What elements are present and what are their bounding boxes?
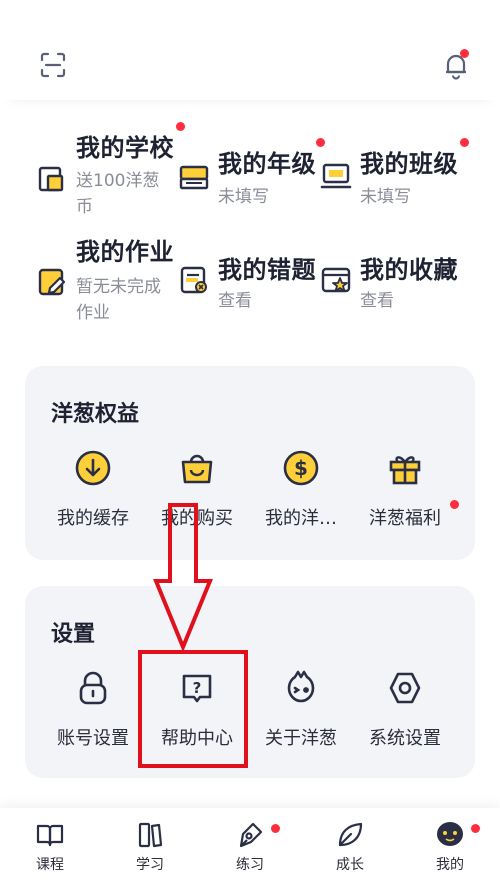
benefit-welfare[interactable]: 洋葱福利 — [349, 448, 461, 530]
grid-sub: 暂无未完成作业 — [76, 277, 161, 323]
tab-label: 练习 — [236, 857, 264, 873]
gift-icon — [385, 448, 425, 488]
avatar-icon — [437, 822, 463, 846]
school-icon — [36, 162, 68, 194]
tab-study[interactable]: 学习 — [100, 820, 200, 874]
grid-title: 我的作业 — [76, 238, 174, 266]
setting-label: 关于洋葱 — [265, 728, 337, 749]
benefit-label: 我的缓存 — [57, 508, 129, 529]
grid-sub: 未填写 — [218, 187, 269, 207]
grid-title: 我的学校 — [76, 134, 174, 162]
grid-dot — [460, 138, 469, 147]
annotation-highlight-box — [138, 650, 248, 768]
mistakes-icon — [178, 264, 210, 296]
grid-title: 我的年级 — [218, 150, 316, 178]
grid-title: 我的班级 — [360, 150, 458, 178]
practice-icon — [239, 822, 263, 848]
benefit-coins[interactable]: $ 我的洋… — [245, 448, 357, 530]
class-icon — [320, 160, 352, 192]
grid-sub: 查看 — [218, 291, 252, 311]
leaf-icon — [338, 822, 363, 847]
benefit-label: 洋葱福利 — [369, 508, 441, 529]
download-icon — [73, 448, 113, 488]
tab-mine[interactable]: 我的 — [400, 820, 500, 874]
benefits-card: 洋葱权益 我的缓存 我的购买 $ 我的洋… 洋葱福利 — [25, 366, 475, 560]
tab-label: 成长 — [336, 857, 364, 873]
settings-card: 设置 账号设置 ? 帮助中心 关于洋葱 系统设置 — [25, 586, 475, 778]
onion-face-icon — [281, 668, 321, 708]
mine-dot — [471, 824, 480, 833]
book-icon — [36, 824, 64, 847]
tab-growth[interactable]: 成长 — [300, 820, 400, 874]
benefits-title: 洋葱权益 — [51, 402, 140, 427]
benefit-cache[interactable]: 我的缓存 — [37, 448, 149, 530]
svg-text:$: $ — [294, 456, 308, 480]
grid-item-school[interactable]: 我的学校 送100洋葱币 — [26, 122, 185, 222]
settings-title: 设置 — [51, 622, 96, 647]
coin-icon: $ — [281, 448, 321, 488]
grid-sub: 送100洋葱币 — [76, 171, 160, 217]
grid-item-class[interactable]: 我的班级 未填写 — [310, 122, 469, 222]
tab-practice[interactable]: 练习 — [200, 820, 300, 874]
grid-sub: 查看 — [360, 291, 394, 311]
grid-item-favorites[interactable]: 我的收藏 查看 — [310, 230, 458, 330]
notification-dot — [460, 49, 469, 58]
bell-icon[interactable] — [436, 45, 476, 85]
grade-icon — [178, 160, 210, 192]
benefit-label: 我的洋… — [265, 508, 337, 529]
favorites-icon — [320, 264, 352, 296]
homework-icon — [36, 266, 68, 298]
top-bar — [0, 0, 500, 100]
setting-account[interactable]: 账号设置 — [37, 668, 149, 750]
tab-label: 我的 — [436, 857, 464, 873]
scan-icon[interactable] — [33, 45, 73, 85]
study-icon — [138, 822, 163, 848]
setting-label: 系统设置 — [369, 728, 441, 749]
setting-system[interactable]: 系统设置 — [349, 668, 461, 750]
setting-about[interactable]: 关于洋葱 — [245, 668, 357, 750]
grid-title: 我的收藏 — [360, 256, 458, 284]
grid-sub: 未填写 — [360, 187, 411, 207]
tab-course[interactable]: 课程 — [0, 820, 100, 874]
grid-item-homework[interactable]: 我的作业 暂无未完成作业 — [26, 230, 174, 330]
welfare-dot — [450, 500, 459, 509]
grid-item-mistakes[interactable]: 我的错题 查看 — [168, 230, 316, 330]
grid-title: 我的错题 — [218, 256, 316, 284]
practice-dot — [271, 824, 280, 833]
tab-label: 学习 — [136, 857, 164, 873]
grid-item-grade[interactable]: 我的年级 未填写 — [168, 122, 325, 222]
bottom-tab-bar: 课程 学习 练习 成长 我的 — [0, 808, 500, 888]
shopping-bag-icon — [177, 448, 217, 488]
annotation-arrow-icon — [153, 503, 213, 651]
setting-label: 账号设置 — [57, 728, 129, 749]
lock-icon — [73, 668, 113, 708]
settings-icon — [385, 668, 425, 708]
tab-label: 课程 — [36, 857, 64, 873]
